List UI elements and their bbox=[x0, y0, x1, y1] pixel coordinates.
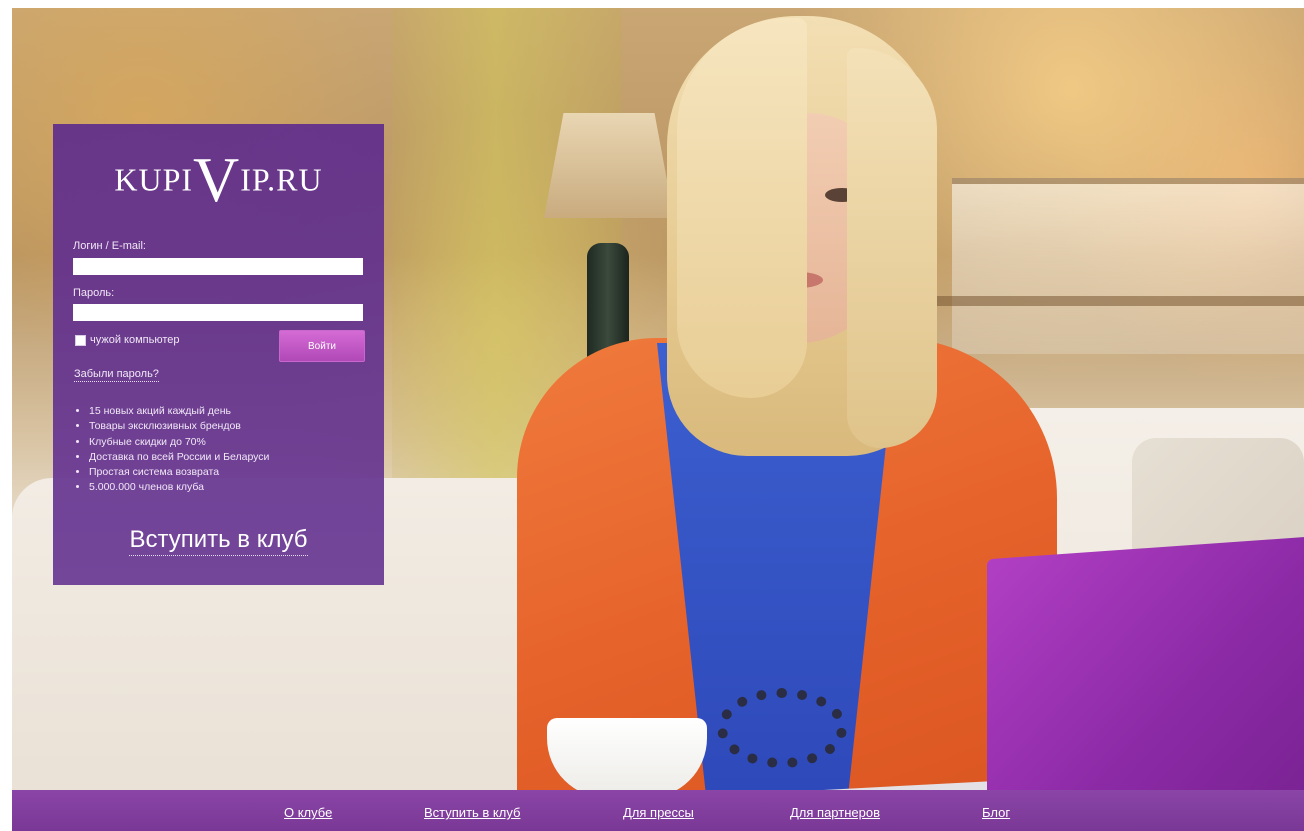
foreign-computer-row[interactable]: чужой компьютер bbox=[75, 334, 180, 346]
woman-hair-front-right bbox=[847, 48, 937, 448]
benefit-item: 15 новых акций каждый день bbox=[89, 404, 269, 419]
password-input[interactable] bbox=[73, 304, 363, 321]
join-club-wrapper: Вступить в клуб bbox=[53, 526, 384, 556]
hero-background: KUPIVIP.RU Логин / E-mail: Пароль: чужой… bbox=[12, 8, 1304, 831]
laptop-lid bbox=[987, 536, 1304, 815]
benefit-item: Простая система возврата bbox=[89, 465, 269, 480]
benefit-item: Клубные скидки до 70% bbox=[89, 435, 269, 450]
benefit-item: Доставка по всей России и Беларуси bbox=[89, 450, 269, 465]
benefit-item: Товары эксклюзивных брендов bbox=[89, 419, 269, 434]
login-input[interactable] bbox=[73, 258, 363, 275]
woman-bracelet bbox=[717, 688, 847, 768]
login-label: Логин / E-mail: bbox=[73, 240, 146, 252]
foreign-computer-label: чужой компьютер bbox=[90, 334, 180, 346]
benefit-item: 5.000.000 членов клуба bbox=[89, 480, 269, 495]
site-logo[interactable]: KUPIVIP.RU bbox=[53, 148, 384, 212]
login-button[interactable]: Войти bbox=[279, 330, 365, 362]
footer-link-blog[interactable]: Блог bbox=[982, 805, 1010, 820]
footer-link-join[interactable]: Вступить в клуб bbox=[424, 805, 520, 820]
logo-text-left: KUPI bbox=[114, 161, 194, 198]
footer-nav: О клубе Вступить в клуб Для прессы Для п… bbox=[12, 790, 1304, 831]
forgot-password-link[interactable]: Забыли пароль? bbox=[74, 368, 159, 382]
join-club-link[interactable]: Вступить в клуб bbox=[129, 526, 308, 556]
footer-link-partners[interactable]: Для партнеров bbox=[790, 805, 880, 820]
footer-link-about[interactable]: О клубе bbox=[284, 805, 332, 820]
password-label: Пароль: bbox=[73, 287, 115, 299]
woman-hair-front bbox=[677, 18, 807, 398]
benefits-list: 15 новых акций каждый день Товары эксклю… bbox=[75, 404, 269, 496]
coffee-cup bbox=[547, 718, 707, 798]
logo-text-right: IP.RU bbox=[240, 161, 323, 198]
foreign-computer-checkbox[interactable] bbox=[75, 334, 86, 346]
footer-link-press[interactable]: Для прессы bbox=[623, 805, 694, 820]
login-panel: KUPIVIP.RU Логин / E-mail: Пароль: чужой… bbox=[53, 124, 384, 585]
logo-v-mark: V bbox=[193, 144, 241, 215]
